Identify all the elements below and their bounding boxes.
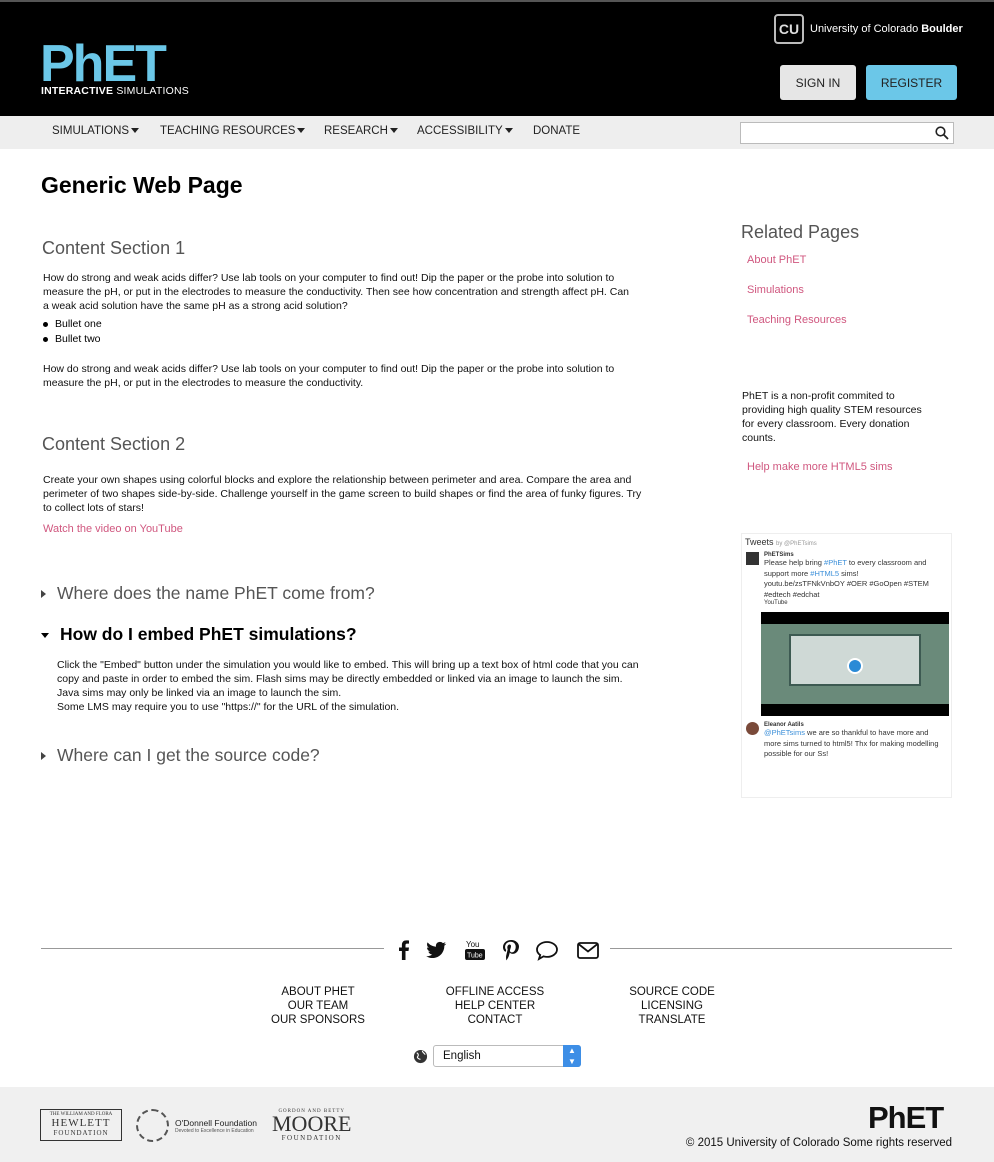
divider	[41, 948, 384, 949]
nav-teaching-resources[interactable]: TEACHING RESOURCES	[160, 125, 306, 137]
tweet[interactable]: Eleanor Aatils @PhETsims we are so thank…	[742, 720, 951, 762]
phet-logo-text: PhET	[40, 35, 167, 93]
seal-icon	[136, 1109, 169, 1142]
video-thumbnail[interactable]	[761, 612, 949, 716]
footer-col-1: ABOUT PHET OUR TEAM OUR SPONSORS	[268, 985, 368, 1027]
footer-link-about[interactable]: ABOUT PHET	[268, 985, 368, 999]
email-icon[interactable]	[576, 938, 600, 964]
youtube-link[interactable]: Watch the video on YouTube	[43, 522, 643, 536]
cu-icon: CU	[774, 14, 804, 44]
caret-right-icon	[41, 752, 46, 761]
search-icon[interactable]	[935, 126, 949, 140]
play-icon[interactable]	[847, 658, 863, 674]
footer-link-team[interactable]: OUR TEAM	[268, 999, 368, 1013]
section2-paragraph: Create your own shapes using colorful bl…	[43, 474, 642, 514]
avatar	[746, 722, 759, 735]
hewlett-foundation-logo[interactable]: THE WILLIAM AND FLORA HEWLETT FOUNDATION	[40, 1109, 122, 1141]
select-arrows-icon[interactable]: ▲ ▼	[563, 1045, 581, 1067]
phet-logo-subtitle: INTERACTIVE SIMULATIONS	[41, 85, 189, 97]
footer-link-offline[interactable]: OFFLINE ACCESS	[440, 985, 550, 999]
related-pages-heading: Related Pages	[741, 222, 860, 242]
section2-heading: Content Section 2	[42, 434, 186, 454]
search-input[interactable]	[740, 122, 954, 144]
footer-link-help[interactable]: HELP CENTER	[440, 999, 550, 1013]
caret-down-icon	[41, 632, 49, 638]
comment-icon[interactable]	[535, 938, 559, 964]
cu-boulder-logo[interactable]: CU University of Colorado Boulder	[774, 14, 963, 44]
odonnell-foundation-logo[interactable]: O'Donnell Foundation Devoted to Excellenc…	[136, 1109, 257, 1142]
nav-simulations[interactable]: SIMULATIONS	[52, 125, 140, 137]
section1-heading: Content Section 1	[42, 238, 186, 258]
phet-footer-logo[interactable]: PhET	[868, 1100, 944, 1136]
caret-down-icon	[131, 128, 140, 134]
facebook-icon[interactable]	[392, 938, 416, 964]
nav-donate[interactable]: DONATE	[533, 125, 580, 137]
accordion-embed[interactable]: How do I embed PhET simulations?	[41, 624, 357, 645]
svg-text:You: You	[466, 940, 480, 949]
footer-link-sponsors[interactable]: OUR SPONSORS	[268, 1013, 368, 1027]
caret-down-icon	[297, 128, 306, 134]
avatar	[746, 552, 759, 565]
donate-link[interactable]: Help make more HTML5 sims	[747, 461, 892, 473]
footer-link-contact[interactable]: CONTACT	[440, 1013, 550, 1027]
list-item: Bullet two	[43, 332, 102, 347]
section1-paragraph-2: How do strong and weak acids differ? Use…	[43, 363, 615, 389]
nav-research[interactable]: RESEARCH	[324, 125, 398, 137]
related-link-simulations[interactable]: Simulations	[747, 284, 804, 296]
svg-text:Tube: Tube	[467, 953, 483, 960]
related-link-about[interactable]: About PhET	[747, 254, 806, 266]
register-button[interactable]: REGISTER	[866, 65, 957, 100]
youtube-icon[interactable]: You Tube	[463, 938, 487, 964]
nav-accessibility[interactable]: ACCESSIBILITY	[417, 125, 513, 137]
tweets-header: Tweets by @PhETsims	[745, 537, 817, 547]
divider	[610, 948, 952, 949]
donation-note: PhET is a non-profit commited to providi…	[742, 390, 922, 444]
sign-in-button[interactable]: SIGN IN	[780, 65, 856, 100]
accordion-embed-body: Click the "Embed" button under the simul…	[57, 659, 639, 713]
footer-col-3: SOURCE CODE LICENSING TRANSLATE	[622, 985, 722, 1027]
related-link-teaching[interactable]: Teaching Resources	[747, 314, 847, 326]
footer-link-translate[interactable]: TRANSLATE	[622, 1013, 722, 1027]
footer-link-source[interactable]: SOURCE CODE	[622, 985, 722, 999]
copyright: © 2015 University of Colorado Some right…	[685, 1137, 952, 1149]
caret-down-icon	[389, 128, 398, 134]
accordion-name-origin[interactable]: Where does the name PhET come from?	[41, 583, 375, 604]
language-select[interactable]: English	[433, 1045, 581, 1067]
caret-right-icon	[41, 590, 46, 599]
list-item: Bullet one	[43, 317, 102, 332]
tweet[interactable]: PhETSims Please help bring #PhET to ever…	[742, 550, 951, 608]
site-header: PhET INTERACTIVE SIMULATIONS CU Universi…	[0, 0, 994, 116]
moore-foundation-logo[interactable]: GORDON AND BETTY MOORE FOUNDATION	[272, 1109, 351, 1142]
page-title: Generic Web Page	[41, 172, 243, 198]
footer-col-2: OFFLINE ACCESS HELP CENTER CONTACT	[440, 985, 550, 1027]
caret-down-icon	[504, 128, 513, 134]
twitter-icon[interactable]	[424, 938, 448, 964]
phet-logo[interactable]: PhET INTERACTIVE SIMULATIONS	[40, 28, 190, 98]
bullet-list: Bullet one Bullet two	[43, 317, 102, 347]
footer-link-licensing[interactable]: LICENSING	[622, 999, 722, 1013]
accordion-source-code[interactable]: Where can I get the source code?	[41, 745, 320, 766]
section1-paragraph: How do strong and weak acids differ? Use…	[43, 272, 630, 312]
globe-icon	[413, 1049, 428, 1064]
twitter-feed[interactable]: Tweets by @PhETsims PhETSims Please help…	[741, 533, 952, 798]
pinterest-icon[interactable]	[499, 938, 523, 964]
